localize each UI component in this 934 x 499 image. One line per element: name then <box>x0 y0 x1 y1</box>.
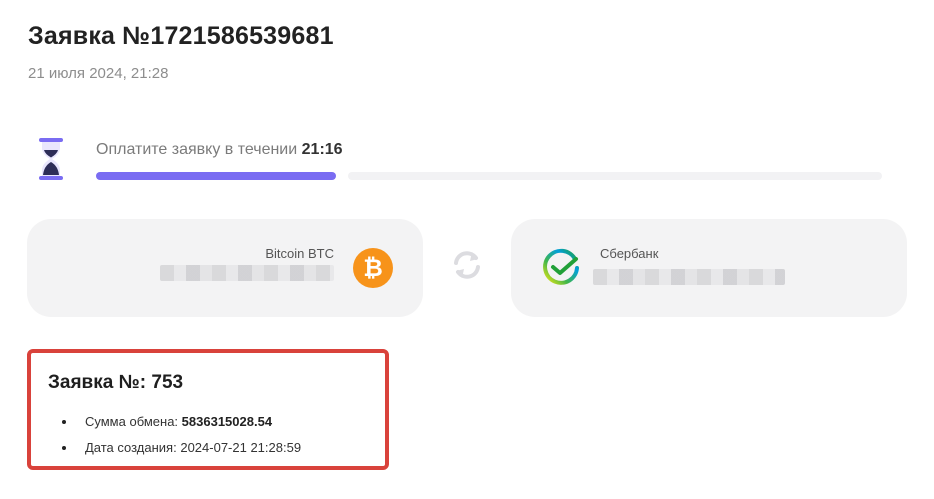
created-value: 2024-07-21 21:28:59 <box>180 440 302 455</box>
amount-label: Сумма обмена: <box>85 414 179 429</box>
payment-timer: Оплатите заявку в течении 21:16 <box>96 141 343 159</box>
list-item: Сумма обмена: 5836315028.54 <box>61 413 301 439</box>
order-details-box: Заявка №: 753 Сумма обмена: 5836315028.5… <box>27 349 389 470</box>
swap-arrows-icon[interactable] <box>450 248 484 282</box>
timer-value: 21:16 <box>301 141 343 158</box>
from-currency-name: Bitcoin BTC <box>265 246 334 261</box>
timer-progress-bar <box>96 172 882 180</box>
progress-track <box>348 172 882 180</box>
timer-label: Оплатите заявку в течении <box>96 141 298 158</box>
bitcoin-icon: ₿ <box>353 248 393 288</box>
from-amount-redacted <box>160 265 334 281</box>
exchange-to-card: Сбербанк <box>511 219 907 317</box>
progress-fill <box>96 172 336 180</box>
order-date: 21 июля 2024, 21:28 <box>28 65 169 82</box>
to-bank-name: Сбербанк <box>600 246 659 261</box>
hourglass-icon <box>39 138 63 180</box>
order-details-list: Сумма обмена: 5836315028.54 Дата создани… <box>61 413 302 465</box>
page-title: Заявка №1721586539681 <box>28 22 334 50</box>
order-number-title: Заявка №: 753 <box>48 372 184 393</box>
list-item: Дата создания: 2024-07-21 21:28:59 <box>61 439 302 465</box>
sberbank-icon <box>543 248 579 285</box>
exchange-from-card: Bitcoin BTC ₿ <box>27 219 423 317</box>
to-account-redacted <box>593 269 785 285</box>
created-label: Дата создания: <box>85 440 177 455</box>
amount-value: 5836315028.54 <box>181 414 273 429</box>
